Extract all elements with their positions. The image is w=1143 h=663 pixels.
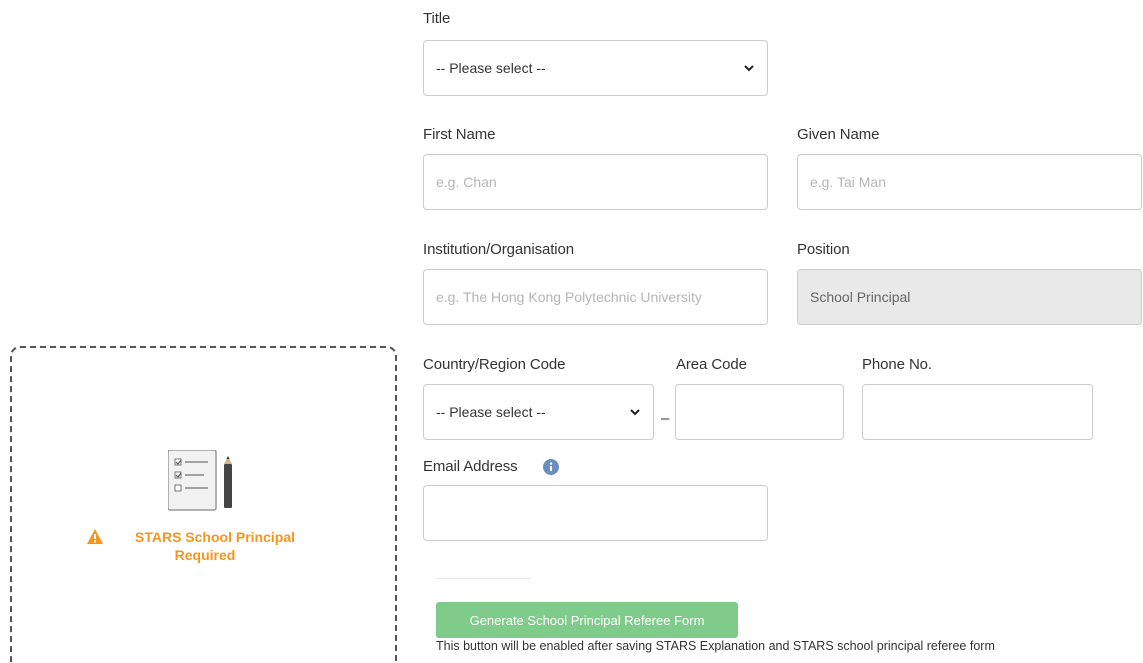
email-input[interactable]: [423, 485, 768, 541]
status-line-2: Required: [174, 547, 236, 563]
checklist-icon: [168, 450, 232, 511]
status-line-1: STARS School Principal: [135, 529, 295, 545]
first-name-input[interactable]: [423, 154, 768, 210]
country-code-value: -- Please select --: [436, 404, 546, 420]
code-separator: –: [661, 410, 670, 427]
position-label: Position: [797, 241, 850, 258]
country-code-label: Country/Region Code: [423, 356, 566, 373]
button-note: This button will be enabled after saving…: [436, 639, 995, 653]
phone-input[interactable]: [862, 384, 1093, 440]
institution-input[interactable]: [423, 269, 768, 325]
title-label: Title: [423, 10, 451, 27]
info-icon[interactable]: [543, 459, 559, 475]
area-code-label: Area Code: [676, 356, 747, 373]
given-name-input[interactable]: [797, 154, 1142, 210]
email-label: Email Address: [423, 458, 518, 475]
title-select-value: -- Please select --: [436, 60, 546, 76]
title-select[interactable]: -- Please select --: [423, 40, 768, 96]
area-code-input[interactable]: [675, 384, 844, 440]
first-name-label: First Name: [423, 126, 496, 143]
country-code-select[interactable]: -- Please select --: [423, 384, 654, 440]
chevron-down-icon: [744, 65, 754, 72]
generate-referee-form-button[interactable]: Generate School Principal Referee Form: [436, 602, 738, 638]
divider: [436, 578, 530, 579]
given-name-label: Given Name: [797, 126, 880, 143]
chevron-down-icon: [630, 409, 640, 416]
position-input: [797, 269, 1142, 325]
phone-label: Phone No.: [862, 356, 932, 373]
institution-label: Institution/Organisation: [423, 241, 575, 258]
